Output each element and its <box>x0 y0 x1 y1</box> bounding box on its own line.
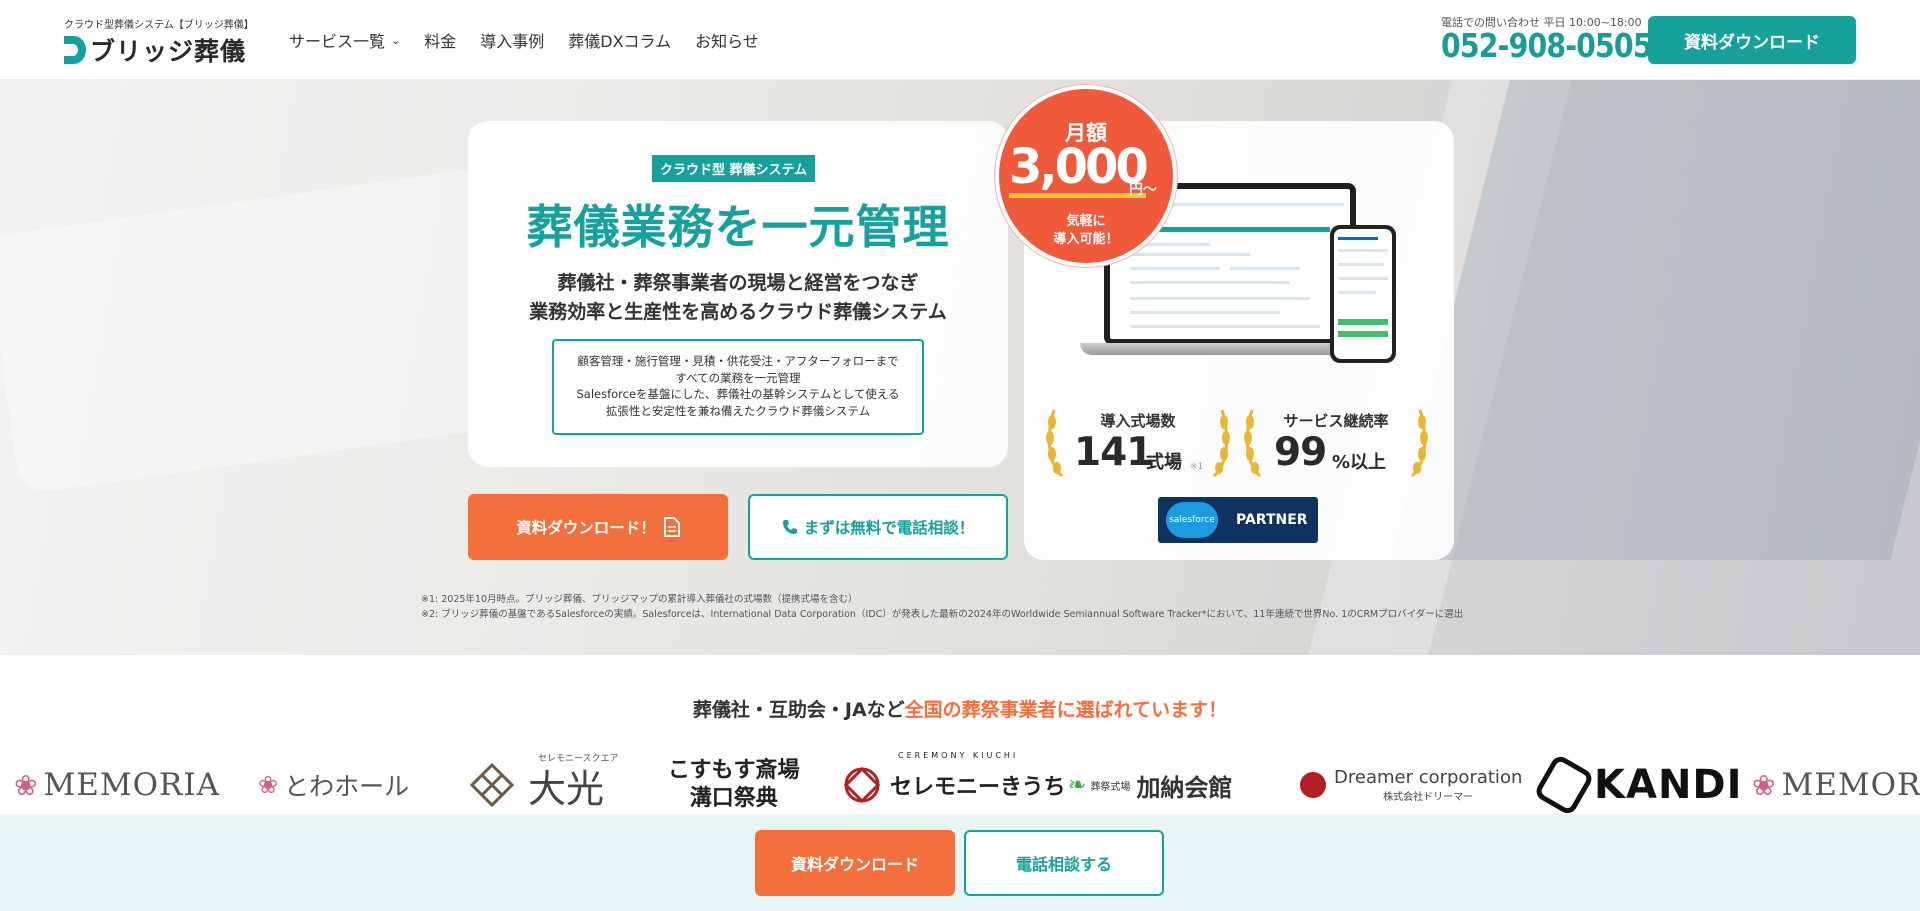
hero-main-card: クラウド型 葬儀システム 葬儀業務を一元管理 葬儀社・葬祭事業者の現場と経営をつ… <box>468 121 1008 467</box>
stat-venues: 導入式場数 141 式場 ※1 <box>1044 406 1232 478</box>
main-nav: サービス一覧 ⌄ 料金 導入事例 葬儀DXコラム お知らせ <box>289 28 759 52</box>
logo-subtitle: クラウド型葬儀システム【ブリッジ葬儀】 <box>64 20 254 31</box>
header-download-button[interactable]: 資料ダウンロード <box>1648 16 1856 64</box>
logo-subtext: CEREMONY KIUCHI <box>898 751 1019 760</box>
stat-unit: %以上 <box>1332 452 1387 473</box>
site-logo[interactable]: ブリッジ葬儀 <box>64 32 246 68</box>
logo-subtext: セレモニースクエア <box>538 754 619 764</box>
client-logo-kandi: KANDI <box>1532 753 1743 817</box>
logo-text: セレモニーきうち <box>890 775 1066 800</box>
hero-description-box: 顧客管理・施行管理・見積・供花受注・アフターフォローまで すべての業務を一元管理… <box>552 339 924 435</box>
client-logo-carousel: ❀ MEMORIA ❀ とわホール セレモニースクエア 大光 こすもす斎場 溝口… <box>0 751 1920 817</box>
nav-cases[interactable]: 導入事例 <box>480 28 544 52</box>
document-icon <box>663 517 680 537</box>
nav-column-label: 葬儀DXコラム <box>568 32 672 51</box>
logo-mark-icon <box>64 36 86 64</box>
dreamer-mark-icon <box>1300 772 1326 798</box>
lotus-icon: ❀ <box>258 771 279 799</box>
logo-text: KANDI <box>1594 762 1743 808</box>
badge-yen: 円〜 <box>1129 182 1157 198</box>
price-badge: 月額 3,000 円〜 気軽に 導入可能！ <box>995 85 1177 267</box>
client-logo-kanou-kaikan: ❧ 葬祭式場 加納会館 <box>1068 755 1232 815</box>
logo-text: ブリッジ葬儀 <box>90 37 247 66</box>
logo-text: MEMORIA <box>1781 767 1920 803</box>
clients-heading-plain: 葬儀社・互助会・JAなど <box>692 699 905 721</box>
smartphone-screenshot <box>1330 225 1396 363</box>
ornament-icon <box>843 766 881 804</box>
client-logo-memoria: ❀ MEMORIA <box>1752 755 1920 815</box>
logo-text: 加納会館 <box>1136 773 1233 802</box>
hero-tag: クラウド型 葬儀システム <box>652 155 816 182</box>
description-line: Salesforceを基盤にした、葬儀社の基幹システムとして使える <box>576 387 900 401</box>
hero-subtitle-line: 葬儀社・葬祭事業者の現場と経営をつなぎ <box>557 272 919 294</box>
logo-text: MEMORIA <box>43 767 220 803</box>
logo-subtext: 株式会社ドリーマー <box>1383 792 1474 803</box>
stat-retention: サービス継続率 99 %以上 <box>1242 406 1430 478</box>
nav-news[interactable]: お知らせ <box>695 28 759 52</box>
header-phone-number[interactable]: 052-908-0505 <box>1441 26 1653 65</box>
logo-text: Dreamer corporation <box>1334 767 1523 788</box>
sticky-cta-bar: 資料ダウンロード 電話相談する <box>0 814 1920 911</box>
logo-text: とわホール <box>284 772 410 801</box>
salesforce-logo: salesforce <box>1166 502 1218 538</box>
partner-label: PARTNER <box>1236 512 1308 528</box>
badge-note: 気軽に 導入可能！ <box>999 213 1173 249</box>
nav-news-label: お知らせ <box>695 32 759 51</box>
client-logo-taiko: セレモニースクエア 大光 <box>470 754 619 815</box>
stat-value: 99 <box>1274 430 1327 475</box>
client-logo-memoria: ❀ MEMORIA <box>14 755 220 815</box>
client-logo-ceremony-kiuchi: CEREMONY KIUCHI セレモニーきうち <box>842 751 1066 815</box>
hero-section: クラウド型 葬儀システム 葬儀業務を一元管理 葬儀社・葬祭事業者の現場と経営をつ… <box>0 80 1920 655</box>
sticky-download-button[interactable]: 資料ダウンロード <box>755 830 955 896</box>
hero-bg-shape <box>0 165 536 495</box>
clients-heading: 葬儀社・互助会・JAなど全国の葬祭事業者に選ばれています！ <box>0 695 1920 722</box>
client-logo-towa-hall: ❀ とわホール <box>258 755 409 815</box>
leaf-icon: ❧ <box>1068 772 1087 798</box>
nav-pricing-label: 料金 <box>424 32 457 51</box>
nav-pricing[interactable]: 料金 <box>424 28 456 52</box>
hero-phone-consult-button[interactable]: まずは無料で電話相談！ <box>748 494 1008 560</box>
footnote: ※1: 2025年10月時点。ブリッジ葬儀、ブリッジマップの累計導入葬儀社の式場… <box>421 594 858 605</box>
nav-column[interactable]: 葬儀DXコラム <box>568 28 671 52</box>
hero-phone-consult-label: まずは無料で電話相談！ <box>803 519 975 537</box>
clients-heading-accent: 全国の葬祭事業者に選ばれています！ <box>904 699 1228 721</box>
client-logo-kosumosu: こすもす斎場 溝口祭典 <box>668 755 800 815</box>
salesforce-partner-badge: salesforce PARTNER <box>1158 497 1318 543</box>
footnote: ※2: ブリッジ葬儀の基盤であるSalesforceの実績。Salesforce… <box>421 609 1464 620</box>
hero-subtitle: 葬儀社・葬祭事業者の現場と経営をつなぎ 業務効率と生産性を高めるクラウド葬儀シス… <box>468 269 1008 327</box>
stat-label: 導入式場数 <box>1100 412 1176 430</box>
nav-cases-label: 導入事例 <box>480 32 545 51</box>
badge-price: 3,000 <box>1009 141 1149 198</box>
nav-services-label: サービス一覧 <box>289 32 386 51</box>
stat-value: 141 <box>1074 430 1153 475</box>
sticky-phone-consult-button[interactable]: 電話相談する <box>964 830 1164 896</box>
description-line: 拡張性と安定性を兼ね備えたクラウド葬儀システム <box>605 403 871 418</box>
kandi-mark-icon <box>1532 753 1596 817</box>
hero-download-button[interactable]: 資料ダウンロード！ <box>468 494 728 560</box>
client-logo-dreamer: Dreamer corporation 株式会社ドリーマー <box>1300 755 1522 815</box>
description-line: 顧客管理・施行管理・見積・供花受注・アフターフォローまで <box>577 354 899 368</box>
hero-title: 葬儀業務を一元管理 <box>526 200 950 254</box>
stat-label: サービス継続率 <box>1283 412 1389 430</box>
hero-subtitle-line: 業務効率と生産性を高めるクラウド葬儀システム <box>529 301 947 323</box>
description-line: すべての業務を一元管理 <box>675 370 801 385</box>
logo-subtext: 葬祭式場 <box>1090 781 1131 793</box>
site-header: クラウド型葬儀システム【ブリッジ葬儀】 ブリッジ葬儀 サービス一覧 ⌄ 料金 導… <box>0 0 1920 80</box>
phone-icon <box>782 520 797 534</box>
diamond-pattern-icon <box>470 763 514 807</box>
logo-text: こすもす斎場 <box>668 758 800 783</box>
stat-unit: 式場 <box>1146 452 1182 473</box>
stat-footnote-mark: ※1 <box>1190 462 1204 472</box>
badge-note-line: 気軽に <box>1066 214 1106 229</box>
footnotes: ※1: 2025年10月時点。ブリッジ葬儀、ブリッジマップの累計導入葬儀社の式場… <box>421 592 1463 622</box>
chevron-down-icon: ⌄ <box>391 33 401 47</box>
hero-download-label: 資料ダウンロード！ <box>516 519 656 537</box>
badge-note-line: 導入可能！ <box>1053 232 1119 247</box>
lotus-icon: ❀ <box>14 768 38 802</box>
logo-text: 溝口祭典 <box>689 786 778 811</box>
nav-services[interactable]: サービス一覧 ⌄ <box>289 28 400 52</box>
lotus-icon: ❀ <box>1752 768 1776 802</box>
logo-text: 大光 <box>528 766 605 811</box>
